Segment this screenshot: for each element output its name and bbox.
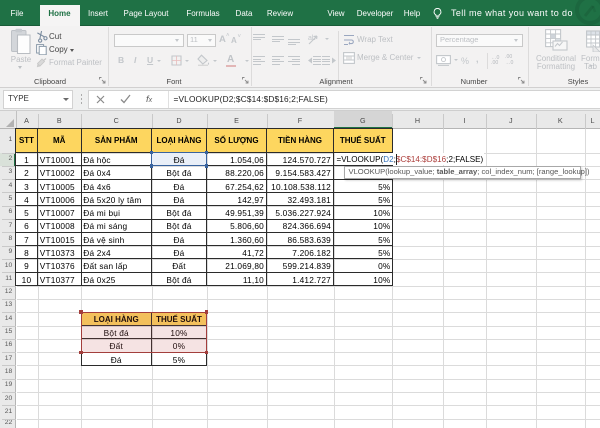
svg-text:ab: ab [308,35,316,42]
